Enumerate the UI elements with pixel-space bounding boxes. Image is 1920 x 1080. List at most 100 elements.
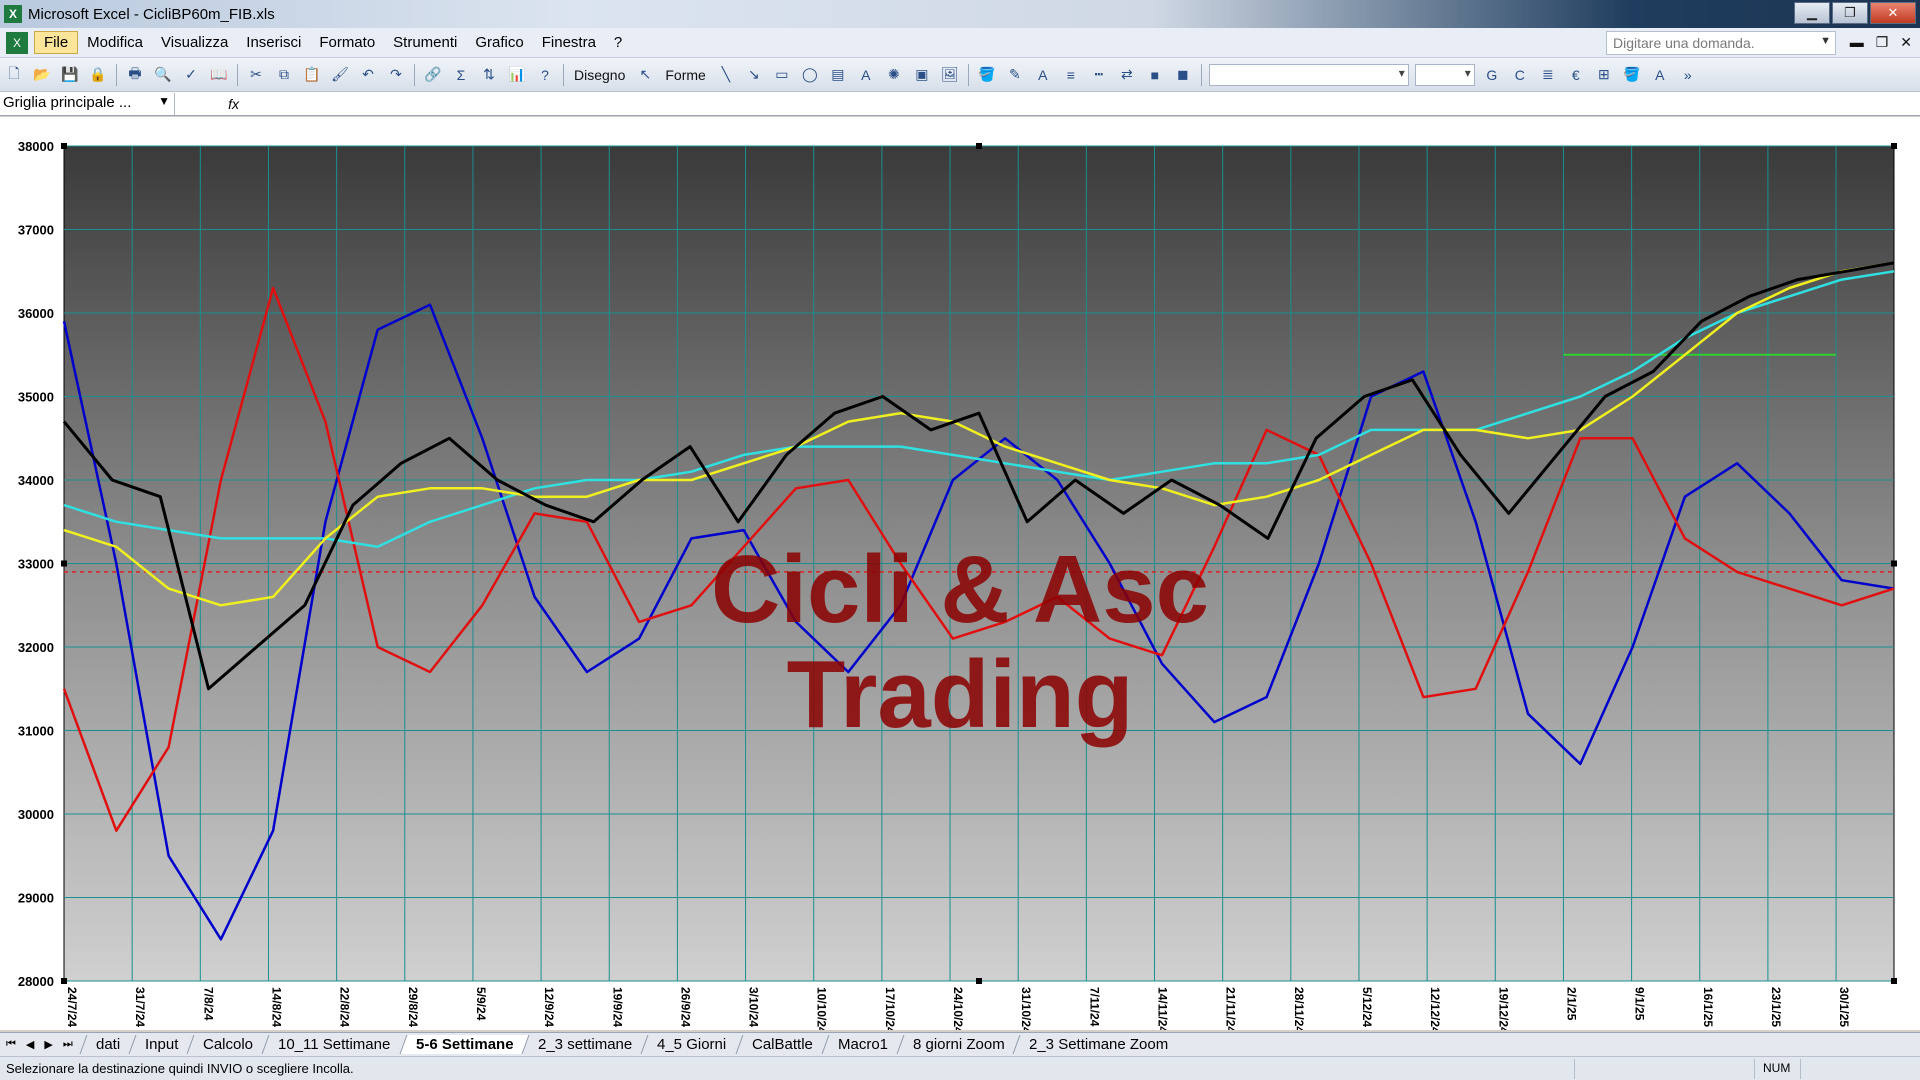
font-name-select[interactable] <box>1208 63 1409 86</box>
selection-handle <box>1891 560 1897 567</box>
menu-help[interactable]: ? <box>605 32 631 53</box>
italic-icon[interactable]: C <box>1509 64 1531 86</box>
permission-icon[interactable]: 🔒 <box>87 64 109 86</box>
tab-5-6-settimane[interactable]: 5-6 Settimane <box>399 1035 529 1054</box>
open-icon[interactable]: 📂 <box>31 64 53 86</box>
line-icon[interactable]: ╲ <box>715 64 737 86</box>
print-icon[interactable]: 🖶 <box>124 64 146 86</box>
menu-strumenti[interactable]: Strumenti <box>384 32 466 53</box>
doc-close-button[interactable]: ✕ <box>1900 34 1912 51</box>
tab-2-3-settimane[interactable]: 2_3 settimane <box>521 1035 648 1054</box>
align-icon[interactable]: ≣ <box>1537 64 1559 86</box>
menu-file[interactable]: File <box>34 31 79 54</box>
dash-style-icon[interactable]: ┅ <box>1088 64 1110 86</box>
excel-icon[interactable]: X <box>4 5 22 23</box>
sort-icon[interactable]: ⇅ <box>478 64 500 86</box>
font-size-select[interactable] <box>1414 63 1475 86</box>
prev-sheet-icon[interactable]: ◀ <box>26 1038 34 1051</box>
doc-minimize-button[interactable]: ▬ <box>1850 34 1864 51</box>
menu-grafico[interactable]: Grafico <box>466 32 532 53</box>
tab-calcolo[interactable]: Calcolo <box>186 1035 269 1054</box>
menu-visualizza[interactable]: Visualizza <box>152 32 237 53</box>
3d-icon[interactable]: ◼ <box>1172 64 1194 86</box>
tab-4-5-giorni[interactable]: 4_5 Giorni <box>640 1035 743 1054</box>
autosum-icon[interactable]: Σ <box>450 64 472 86</box>
line-style-icon[interactable]: ≡ <box>1060 64 1082 86</box>
format-painter-icon[interactable]: 🖌 <box>329 64 351 86</box>
new-icon[interactable]: 🗋 <box>3 64 25 86</box>
undo-icon[interactable]: ↶ <box>357 64 379 86</box>
tab-2-3-settimane-zoom[interactable]: 2_3 Settimane Zoom <box>1012 1035 1184 1054</box>
menu-formato[interactable]: Formato <box>310 32 384 53</box>
workbook-icon[interactable]: X <box>6 31 28 54</box>
chart-svg[interactable]: Cicli & AscTrading 38000 37000 36000 35000 3… <box>0 117 1920 1030</box>
wordart-icon[interactable]: A <box>855 64 877 86</box>
currency-icon[interactable]: € <box>1565 64 1587 86</box>
line-color-icon[interactable]: ✎ <box>1004 64 1026 86</box>
diagram-icon[interactable]: ✺ <box>883 64 905 86</box>
paste-icon[interactable]: 📋 <box>301 64 323 86</box>
x-tick-label: 24/10/24 <box>951 987 965 1030</box>
name-box-value: Griglia principale ... <box>3 93 132 111</box>
y-tick-label: 34000 <box>18 473 54 488</box>
arrow-style-icon[interactable]: ⇄ <box>1116 64 1138 86</box>
document-controls: ▬ ❐ ✕ <box>1850 34 1912 51</box>
picture-icon[interactable]: 🖼 <box>939 64 961 86</box>
copy-icon[interactable]: ⧉ <box>273 64 295 86</box>
clipart-icon[interactable]: ▣ <box>911 64 933 86</box>
cut-icon[interactable]: ✂ <box>245 64 267 86</box>
tab-macro1[interactable]: Macro1 <box>821 1035 904 1054</box>
shapes-menu[interactable]: Forme <box>665 67 705 83</box>
doc-restore-button[interactable]: ❐ <box>1876 34 1889 51</box>
rectangle-icon[interactable]: ▭ <box>771 64 793 86</box>
tab-dati[interactable]: dati <box>79 1035 136 1054</box>
redo-icon[interactable]: ↷ <box>385 64 407 86</box>
drawing-menu[interactable]: Disegno <box>574 67 625 83</box>
chart-area[interactable]: Cicli & Asc Trading 38000 37000 36000 35000 3… <box>0 117 1920 1030</box>
menu-inserisci[interactable]: Inserisci <box>237 32 310 53</box>
shadow-icon[interactable]: ■ <box>1144 64 1166 86</box>
x-tick-label: 23/1/25 <box>1769 987 1783 1027</box>
font-color-icon[interactable]: A <box>1649 64 1671 86</box>
next-sheet-icon[interactable]: ▶ <box>44 1038 52 1051</box>
select-objects-icon[interactable]: ↖ <box>634 64 656 86</box>
toolbar-options-icon[interactable]: » <box>1677 64 1699 86</box>
chart-wizard-icon[interactable]: 📊 <box>506 64 528 86</box>
first-sheet-icon[interactable]: ⏮ <box>6 1038 16 1051</box>
textbox-icon[interactable]: ▤ <box>827 64 849 86</box>
y-tick-label: 37000 <box>18 223 54 238</box>
help-icon[interactable]: ? <box>534 64 556 86</box>
oval-icon[interactable]: ◯ <box>799 64 821 86</box>
tab-8-giorni-zoom[interactable]: 8 giorni Zoom <box>896 1035 1020 1054</box>
function-icon[interactable]: fx <box>175 96 245 112</box>
borders-icon[interactable]: ⊞ <box>1593 64 1615 86</box>
fill-color-icon[interactable]: 🪣 <box>976 64 998 86</box>
separator <box>1200 63 1202 86</box>
chevron-down-icon[interactable]: ▼ <box>1820 35 1831 47</box>
status-cells: NUM <box>1574 1059 1920 1079</box>
arrow-icon[interactable]: ↘ <box>743 64 765 86</box>
close-button[interactable]: ✕ <box>1870 2 1916 24</box>
tab-input[interactable]: Input <box>128 1035 194 1054</box>
tab-10-11-settimane[interactable]: 10_11 Settimane <box>261 1035 407 1054</box>
menu-modifica[interactable]: Modifica <box>78 32 152 53</box>
spelling-icon[interactable]: ✓ <box>180 64 202 86</box>
bold-icon[interactable]: G <box>1481 64 1503 86</box>
name-box[interactable]: Griglia principale ... ▼ <box>0 92 175 115</box>
x-tick-label: 24/7/24 <box>65 987 79 1027</box>
last-sheet-icon[interactable]: ⏭ <box>63 1038 73 1051</box>
minimize-button[interactable]: ▁ <box>1794 2 1830 24</box>
ask-question-input[interactable]: Digitare una domanda. ▼ <box>1606 31 1836 55</box>
x-tick-label: 12/12/24 <box>1428 987 1442 1030</box>
research-icon[interactable]: 📖 <box>208 64 230 86</box>
font-color-icon[interactable]: A <box>1032 64 1054 86</box>
print-preview-icon[interactable]: 🔍 <box>152 64 174 86</box>
tab-calbattle[interactable]: CalBattle <box>735 1035 828 1054</box>
x-tick-label: 19/12/24 <box>1496 987 1510 1030</box>
hyperlink-icon[interactable]: 🔗 <box>422 64 444 86</box>
highlight-icon[interactable]: 🪣 <box>1621 64 1643 86</box>
menu-finestra[interactable]: Finestra <box>533 32 605 53</box>
restore-button[interactable]: ❐ <box>1832 2 1868 24</box>
save-icon[interactable]: 💾 <box>59 64 81 86</box>
chevron-down-icon[interactable]: ▼ <box>158 94 170 108</box>
